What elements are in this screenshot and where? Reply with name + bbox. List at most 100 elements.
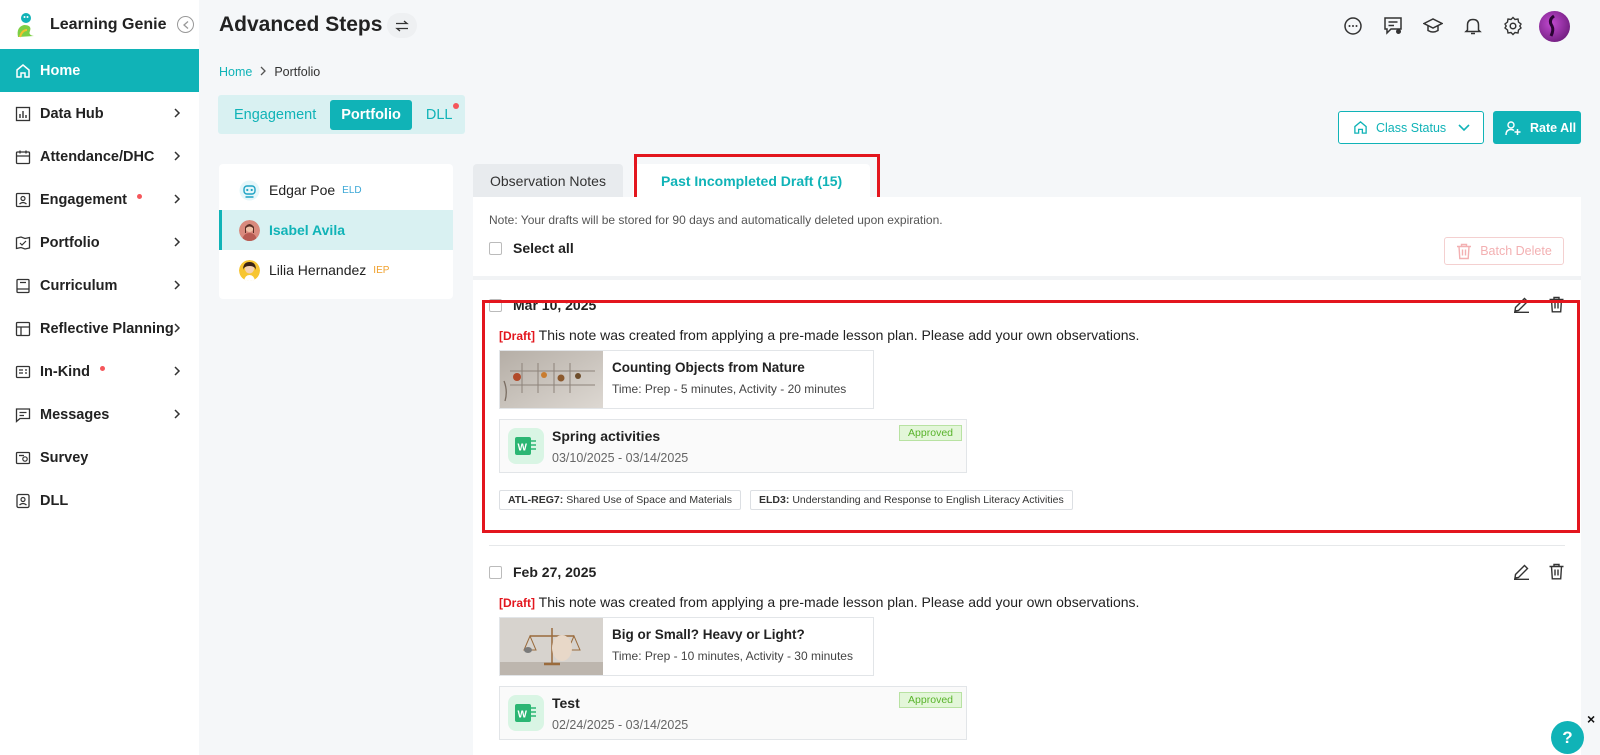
trash-icon bbox=[1457, 243, 1472, 259]
sidebar-item-label: Attendance/DHC bbox=[40, 148, 155, 165]
eld-badge: ELD bbox=[342, 184, 362, 196]
page-title: Advanced Steps bbox=[219, 13, 383, 36]
app-name: Learning Genie bbox=[50, 15, 167, 33]
chevron-right-icon bbox=[174, 280, 181, 290]
child-name: Edgar Poe bbox=[269, 182, 336, 198]
collapse-sidebar-button[interactable] bbox=[177, 16, 195, 33]
survey-icon bbox=[15, 450, 31, 466]
sidebar: Learning Genie Home Data Hub Attendance/… bbox=[0, 0, 199, 755]
sidebar-item-label: Home bbox=[40, 62, 81, 79]
sidebar-item-label: Data Hub bbox=[40, 105, 104, 122]
entry-header: Feb 27, 2025 bbox=[489, 562, 1565, 582]
sidebar-item-data-hub[interactable]: Data Hub bbox=[0, 92, 199, 135]
tab-portfolio[interactable]: Portfolio bbox=[330, 99, 412, 130]
rate-all-button[interactable]: Rate All bbox=[1493, 111, 1581, 144]
batch-delete-label: Batch Delete bbox=[1480, 244, 1552, 258]
sidebar-item-home[interactable]: Home bbox=[0, 49, 199, 92]
home-icon bbox=[1354, 121, 1367, 134]
training-button[interactable] bbox=[1413, 10, 1453, 42]
entry-date: Feb 27, 2025 bbox=[513, 564, 597, 580]
sidebar-item-curriculum[interactable]: Curriculum bbox=[0, 264, 199, 307]
lesson-title: Big or Small? Heavy or Light? bbox=[612, 627, 805, 642]
chevron-down-icon bbox=[1458, 123, 1470, 131]
sidebar-item-reflective-planning[interactable]: Reflective Planning bbox=[0, 307, 199, 350]
svg-text:W: W bbox=[518, 710, 528, 721]
notifications-button[interactable] bbox=[1453, 10, 1493, 42]
plan-info: Test 02/24/2025 - 03/14/2025 bbox=[552, 687, 688, 739]
bell-icon bbox=[1464, 18, 1482, 35]
sidebar-item-messages[interactable]: Messages bbox=[0, 393, 199, 436]
trash-icon[interactable] bbox=[1548, 563, 1565, 580]
gear-icon bbox=[1504, 16, 1522, 36]
sidebar-item-label: Messages bbox=[40, 406, 110, 423]
class-status-label: Class Status bbox=[1376, 120, 1447, 135]
sidebar-item-label: Portfolio bbox=[40, 234, 100, 251]
divider bbox=[473, 276, 1581, 280]
child-item-lilia-hernandez[interactable]: Lilia Hernandez IEP bbox=[219, 250, 453, 290]
sidebar-item-label: In-Kind bbox=[40, 363, 90, 380]
child-name: Isabel Avila bbox=[269, 222, 346, 238]
breadcrumb-home-link[interactable]: Home bbox=[219, 65, 252, 79]
robot-avatar-icon bbox=[239, 180, 260, 200]
portfolio-icon bbox=[15, 235, 31, 251]
entry-actions bbox=[1513, 563, 1565, 580]
notification-dot bbox=[137, 194, 143, 199]
sidebar-item-portfolio[interactable]: Portfolio bbox=[0, 221, 199, 264]
section-tabs: Engagement Portfolio DLL bbox=[218, 95, 466, 134]
tab-observation-notes[interactable]: Observation Notes bbox=[473, 164, 623, 197]
draft-tag: [Draft] bbox=[499, 596, 535, 610]
child-item-edgar-poe[interactable]: Edgar Poe ELD bbox=[219, 170, 453, 210]
header-icons bbox=[1333, 10, 1570, 42]
sidebar-item-label: Engagement bbox=[40, 191, 128, 208]
settings-button[interactable] bbox=[1493, 10, 1533, 42]
children-list: Edgar Poe ELD Isabel Avila Lilia Hernand… bbox=[219, 164, 453, 299]
chat-button[interactable] bbox=[1333, 10, 1373, 42]
notes-icon bbox=[1384, 17, 1402, 35]
sidebar-item-attendance[interactable]: Attendance/DHC bbox=[0, 135, 199, 178]
graduation-cap-icon bbox=[1423, 18, 1443, 33]
retention-note: Note: Your drafts will be stored for 90 … bbox=[489, 213, 943, 227]
plan-title: Test bbox=[552, 695, 580, 711]
switch-class-button[interactable] bbox=[387, 13, 417, 38]
chevron-right-icon bbox=[260, 66, 267, 79]
avatar[interactable] bbox=[1539, 10, 1570, 42]
close-help-button[interactable]: × bbox=[1587, 711, 1595, 727]
chevron-right-icon bbox=[174, 409, 181, 419]
edit-icon[interactable] bbox=[1513, 563, 1530, 580]
child-name: Lilia Hernandez bbox=[269, 262, 367, 278]
bar-chart-icon bbox=[15, 106, 31, 122]
chevron-right-icon bbox=[174, 237, 181, 247]
calendar-icon bbox=[15, 149, 31, 165]
sidebar-item-in-kind[interactable]: In-Kind bbox=[0, 350, 199, 393]
chevron-right-icon bbox=[174, 108, 181, 118]
breadcrumb-current: Portfolio bbox=[274, 65, 321, 79]
lesson-plan-card[interactable]: W Test 02/24/2025 - 03/14/2025 Approved bbox=[499, 686, 967, 740]
lesson-thumbnail-image bbox=[500, 618, 603, 675]
entry-checkbox[interactable] bbox=[489, 565, 502, 579]
lesson-card[interactable]: Big or Small? Heavy or Light? Time: Prep… bbox=[499, 617, 874, 676]
notification-dot bbox=[99, 366, 105, 371]
genie-logo-icon[interactable] bbox=[12, 11, 40, 39]
select-all-checkbox[interactable]: Select all bbox=[489, 240, 574, 256]
tab-engagement[interactable]: Engagement bbox=[227, 100, 323, 130]
sidebar-item-dll[interactable]: DLL bbox=[0, 479, 199, 522]
word-doc-icon: W bbox=[508, 695, 544, 731]
chevron-left-icon bbox=[182, 20, 189, 29]
inkind-icon bbox=[15, 364, 31, 380]
draft-message: [Draft] This note was created from apply… bbox=[499, 594, 1565, 610]
home-icon bbox=[15, 63, 31, 79]
chevron-right-icon bbox=[174, 323, 181, 333]
batch-delete-button[interactable]: Batch Delete bbox=[1444, 237, 1564, 265]
sidebar-item-label: Curriculum bbox=[40, 277, 118, 294]
child-item-isabel-avila[interactable]: Isabel Avila bbox=[219, 210, 453, 250]
select-all-label: Select all bbox=[513, 240, 574, 256]
lesson-time: Time: Prep - 10 minutes, Activity - 30 m… bbox=[612, 649, 853, 663]
checkbox[interactable] bbox=[489, 241, 502, 255]
sidebar-item-survey[interactable]: Survey bbox=[0, 436, 199, 479]
notes-button[interactable] bbox=[1373, 10, 1413, 42]
sidebar-item-engagement[interactable]: Engagement bbox=[0, 178, 199, 221]
tab-dll[interactable]: DLL bbox=[419, 100, 460, 130]
class-status-dropdown[interactable]: Class Status bbox=[1338, 111, 1484, 144]
help-button[interactable]: ? bbox=[1551, 721, 1584, 754]
notification-dot bbox=[453, 102, 460, 109]
